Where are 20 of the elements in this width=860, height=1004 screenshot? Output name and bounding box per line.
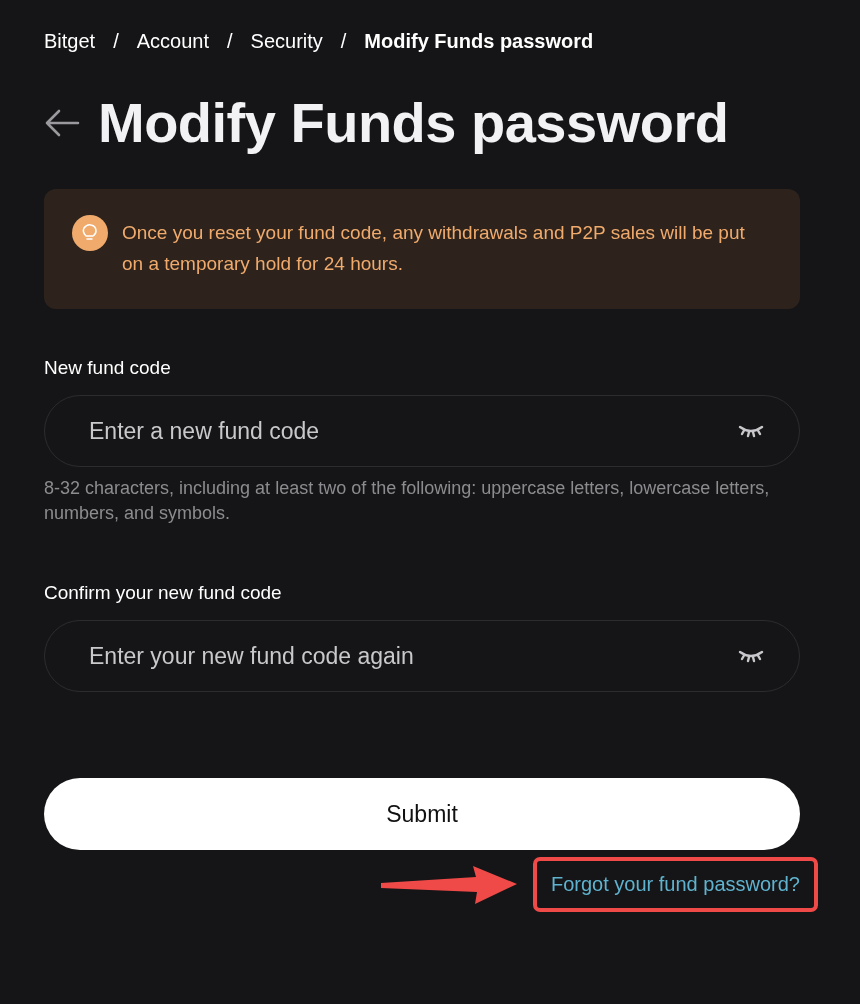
field-label: New fund code bbox=[44, 357, 172, 379]
breadcrumb-item[interactable]: Account bbox=[136, 29, 209, 53]
password-field[interactable]: Enter your new fund code again bbox=[44, 620, 800, 692]
breadcrumb-item: Modify Funds password bbox=[364, 29, 594, 53]
breadcrumb-separator: / bbox=[227, 29, 233, 53]
field-label: Confirm your new fund code bbox=[44, 582, 283, 604]
lightbulb-icon bbox=[72, 215, 108, 251]
breadcrumb-separator: / bbox=[340, 29, 347, 53]
password-field[interactable]: Enter a new fund code bbox=[44, 395, 800, 467]
eye-closed-icon[interactable] bbox=[738, 424, 764, 438]
breadcrumb-item[interactable]: Security bbox=[250, 29, 323, 53]
breadcrumb-separator: / bbox=[113, 29, 119, 53]
notice-text: Once you reset your fund code, any withdrawals and P2P sales will be put on a temporary hold for 24 hours. bbox=[122, 221, 746, 276]
field-hint: 8-32 characters, including at least two of the following: uppercase letters, lowercase letters, numbers, and symbols. bbox=[44, 477, 771, 525]
breadcrumb-item[interactable]: Bitget bbox=[44, 29, 96, 53]
back-arrow-icon[interactable] bbox=[44, 107, 80, 138]
submit-button[interactable]: Submit bbox=[44, 778, 800, 850]
eye-closed-icon[interactable] bbox=[738, 649, 764, 663]
forgot-password-link[interactable]: Forgot your fund password? bbox=[550, 873, 800, 895]
page-title: Modify Funds password bbox=[98, 90, 729, 155]
